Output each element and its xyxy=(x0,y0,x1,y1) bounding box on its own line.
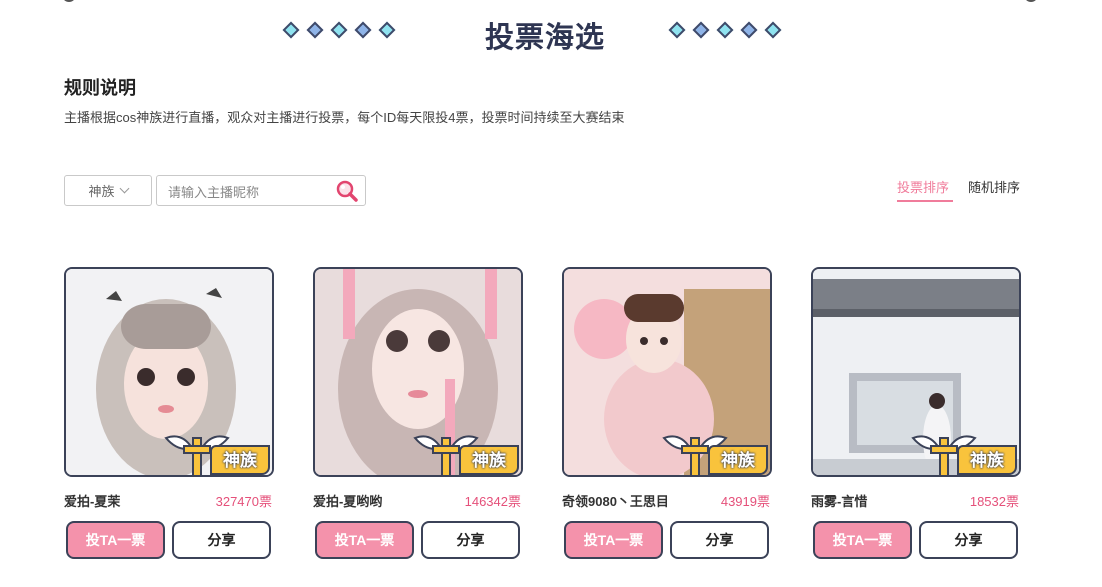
clan-badge-label: 神族 xyxy=(957,445,1017,475)
chevron-down-icon xyxy=(119,183,129,194)
diamond-icon xyxy=(764,21,782,39)
streamer-name: 奇领9080丶王思目 xyxy=(562,494,669,509)
streamer-card: 神族 爱拍-夏哟哟 146342票 投TA一票 分享 xyxy=(313,267,523,561)
vote-button[interactable]: 投TA一票 xyxy=(564,521,663,559)
top-decoration-left xyxy=(62,0,76,2)
vote-count: 146342票 xyxy=(464,494,521,509)
diamond-icon xyxy=(668,21,686,39)
sort-tab-votes[interactable]: 投票排序 xyxy=(897,177,949,196)
clan-badge: 神族 xyxy=(905,430,1019,475)
clan-badge-label: 神族 xyxy=(459,445,519,475)
streamer-card: 神族 爱拍-夏茉 327470票 投TA一票 分享 xyxy=(64,267,274,561)
streamer-photo[interactable]: 神族 xyxy=(562,267,772,477)
vote-count: 43919票 xyxy=(720,494,770,509)
streamer-name: 爱拍-夏哟哟 xyxy=(313,494,383,509)
top-decoration-right xyxy=(1024,0,1038,2)
diamond-icon xyxy=(282,21,300,39)
vote-count: 327470票 xyxy=(215,494,272,509)
clan-badge: 神族 xyxy=(656,430,770,475)
vote-button[interactable]: 投TA一票 xyxy=(813,521,912,559)
diamond-icon xyxy=(692,21,710,39)
streamer-photo[interactable]: 神族 xyxy=(313,267,523,477)
streamer-name: 爱拍-夏茉 xyxy=(64,494,121,509)
vote-count: 18532票 xyxy=(969,494,1019,509)
search-input[interactable] xyxy=(166,181,330,203)
diamond-row-right xyxy=(668,21,782,39)
diamond-icon xyxy=(306,21,324,39)
streamer-photo[interactable]: 神族 xyxy=(64,267,274,477)
sort-tab-random[interactable]: 随机排序 xyxy=(968,177,1020,196)
clan-badge-label: 神族 xyxy=(210,445,270,475)
rules-title: 规则说明 xyxy=(64,78,136,98)
rules-text: 主播根据cos神族进行直播，观众对主播进行投票，每个ID每天限投4票，投票时间持… xyxy=(64,110,625,125)
vote-button[interactable]: 投TA一票 xyxy=(66,521,165,559)
diamond-row-left xyxy=(282,21,396,39)
clan-badge: 神族 xyxy=(407,430,521,475)
streamer-photo[interactable]: 神族 xyxy=(811,267,1021,477)
vote-button[interactable]: 投TA一票 xyxy=(315,521,414,559)
sort-active-underline xyxy=(897,200,953,202)
diamond-icon xyxy=(354,21,372,39)
share-button[interactable]: 分享 xyxy=(172,521,271,559)
streamer-card: 神族 雨雾-言惜 18532票 投TA一票 分享 xyxy=(811,267,1021,561)
diamond-icon xyxy=(716,21,734,39)
clan-badge-label: 神族 xyxy=(708,445,768,475)
streamer-card: 神族 奇领9080丶王思目 43919票 投TA一票 分享 xyxy=(562,267,772,561)
clan-select-value: 神族 xyxy=(88,184,115,199)
streamer-name: 雨雾-言惜 xyxy=(811,494,868,509)
diamond-icon xyxy=(330,21,348,39)
page-header: 投票海选 xyxy=(0,8,1102,58)
share-button[interactable]: 分享 xyxy=(670,521,769,559)
clan-badge: 神族 xyxy=(158,430,272,475)
share-button[interactable]: 分享 xyxy=(421,521,520,559)
diamond-icon xyxy=(378,21,396,39)
page-title: 投票海选 xyxy=(485,20,606,54)
share-button[interactable]: 分享 xyxy=(919,521,1018,559)
search-icon[interactable] xyxy=(335,179,359,203)
search-box xyxy=(156,175,366,206)
clan-select[interactable]: 神族 xyxy=(64,175,152,206)
diamond-icon xyxy=(740,21,758,39)
